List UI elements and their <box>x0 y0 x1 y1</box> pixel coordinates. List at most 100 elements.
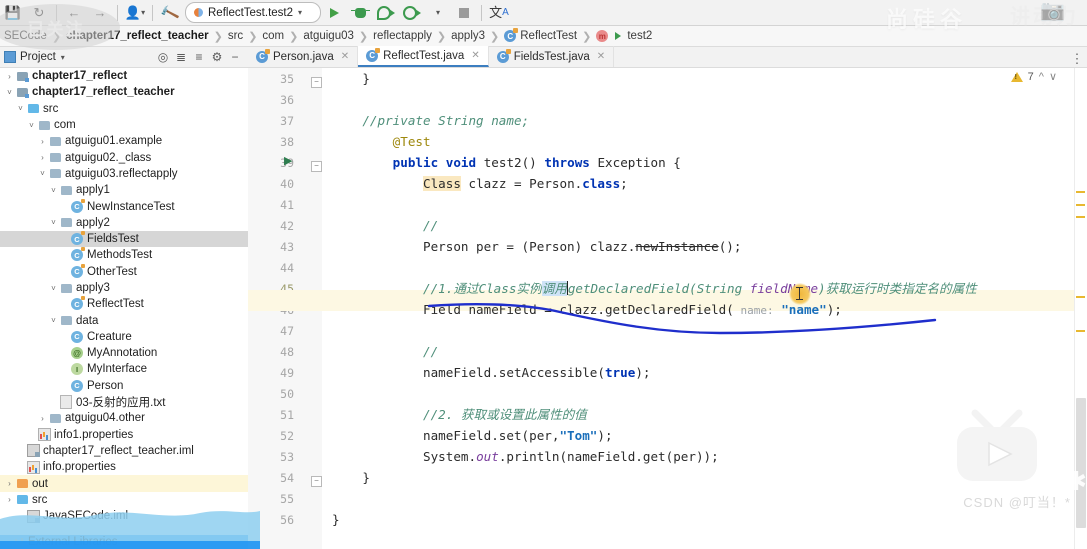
profile-icon[interactable] <box>399 2 425 24</box>
tree-item-out[interactable]: › out <box>0 475 248 492</box>
chevron-down-icon[interactable]: ˅ <box>48 218 59 227</box>
code-line-46[interactable]: Field nameField = clazz.getDeclaredField… <box>332 299 842 320</box>
code-line-38[interactable]: @Test <box>332 131 431 152</box>
run-test-gutter-icon[interactable]: ▶ <box>284 154 297 167</box>
breadcrumb-item-8[interactable]: m test2 <box>594 30 654 42</box>
warning-marker[interactable] <box>1076 191 1085 193</box>
tree-item-myinterface[interactable]: I MyInterface <box>0 361 248 377</box>
debug-icon[interactable] <box>347 2 373 24</box>
tree-item-atguigu02-class[interactable]: › atguigu02._class <box>0 149 248 165</box>
editor-tab-reflecttest[interactable]: C ReflectTest.java ✕ <box>358 46 489 67</box>
chevron-down-icon[interactable]: ˅ <box>15 104 26 113</box>
editor-tab-person[interactable]: C Person.java ✕ <box>248 46 359 67</box>
editor-tab-fieldstest[interactable]: C FieldsTest.java ✕ <box>489 46 615 67</box>
tree-item-person[interactable]: C Person <box>0 378 248 394</box>
chevron-right-icon[interactable]: › <box>37 137 48 146</box>
class-icon: C <box>366 47 381 62</box>
run-coverage-icon[interactable] <box>373 2 399 24</box>
tree-item-myannotation[interactable]: @ MyAnnotation <box>0 345 248 361</box>
tree-item-apply3[interactable]: ˅ apply3 <box>0 280 248 296</box>
breadcrumb-item-4[interactable]: atguigu03 <box>301 30 356 42</box>
profile-dropdown-icon[interactable]: ▾ <box>425 2 451 24</box>
tree-item-src[interactable]: ˅ src <box>0 101 248 117</box>
translate-icon[interactable]: 文A <box>486 2 512 24</box>
tree-item-chapter17-reflect-teacher[interactable]: ˅ chapter17_reflect_teacher <box>0 84 248 100</box>
gear-icon[interactable]: ⚙ <box>208 48 226 66</box>
code-line-49[interactable]: nameField.setAccessible(true); <box>332 362 651 383</box>
collapse-all-icon[interactable]: ≡ <box>190 48 208 66</box>
tree-item-atguigu01-example[interactable]: › atguigu01.example <box>0 133 248 149</box>
tree-item-label: Person <box>87 379 124 392</box>
tree-item-fieldstest[interactable]: C FieldsTest <box>0 230 248 248</box>
chevron-down-icon[interactable]: ˅ <box>48 186 59 195</box>
breadcrumb-item-3[interactable]: com <box>260 30 286 42</box>
chevron-down-icon[interactable]: ˅ <box>48 316 59 325</box>
tree-item-chapter17-reflect-teacher-iml[interactable]: chapter17_reflect_teacher.iml <box>0 443 248 459</box>
warning-marker[interactable] <box>1076 330 1085 332</box>
tree-item-info-properties[interactable]: info.properties <box>0 459 248 475</box>
close-icon[interactable]: ✕ <box>341 51 349 62</box>
run-configuration-selector[interactable]: ReflectTest.test2 ▾ <box>185 2 321 23</box>
chevron-right-icon[interactable]: › <box>37 153 48 162</box>
project-tree[interactable]: › chapter17_reflect ˅ chapter17_reflect_tea… <box>0 68 248 549</box>
chevron-right-icon[interactable]: › <box>4 72 15 81</box>
chevron-down-icon[interactable]: ˅ <box>26 121 37 130</box>
scrollbar-thumb[interactable] <box>1076 398 1086 528</box>
stop-icon[interactable] <box>451 2 477 24</box>
fold-marker[interactable]: − <box>311 161 322 172</box>
chevron-down-icon[interactable]: ˅ <box>37 169 48 178</box>
warning-marker[interactable] <box>1076 216 1085 218</box>
hide-panel-icon[interactable]: − <box>226 48 244 66</box>
expand-all-icon[interactable]: ≣ <box>172 48 190 66</box>
user-icon[interactable]: 👤 ▾ <box>122 2 148 24</box>
code-line-51[interactable]: //2. 获取或设置此属性的值 <box>332 404 587 425</box>
run-icon[interactable] <box>321 2 347 24</box>
chevron-down-icon[interactable]: ˅ <box>4 88 15 97</box>
previous-problem-icon[interactable]: ^ <box>1039 71 1044 83</box>
tree-item-othertest[interactable]: C OtherTest <box>0 263 248 280</box>
fold-marker[interactable]: − <box>311 77 322 88</box>
tree-item-apply1[interactable]: ˅ apply1 <box>0 182 248 198</box>
code-line-39[interactable]: public void test2() throws Exception { <box>332 152 681 173</box>
close-icon[interactable]: ✕ <box>597 51 605 62</box>
chevron-down-icon[interactable]: ˅ <box>48 284 59 293</box>
chevron-down-icon[interactable]: ▾ <box>61 53 65 62</box>
tree-item-chapter17-reflect[interactable]: › chapter17_reflect <box>0 68 248 84</box>
chevron-right-icon[interactable]: › <box>37 414 48 423</box>
code-line-43[interactable]: Person per = (Person) clazz.newInstance(… <box>332 236 741 257</box>
locate-target-icon[interactable]: ◎ <box>154 48 172 66</box>
code-line-37[interactable]: //private String name; <box>332 110 529 131</box>
tree-item-methodstest[interactable]: C MethodsTest <box>0 247 248 263</box>
fold-marker[interactable]: − <box>311 476 322 487</box>
code-line-40[interactable]: Class clazz = Person.class; <box>332 173 628 194</box>
code-line-53[interactable]: System.out.println(nameField.get(per)); <box>332 446 719 467</box>
tree-item-newinstancetest[interactable]: C NewInstanceTest <box>0 198 248 214</box>
build-hammer-icon[interactable]: 🔨 <box>157 2 183 24</box>
tree-item-com[interactable]: ˅ com <box>0 117 248 133</box>
code-line-56[interactable]: } <box>332 509 340 530</box>
breadcrumb-item-7[interactable]: C ReflectTest <box>502 28 579 42</box>
code-line-35[interactable]: } <box>332 68 370 89</box>
code-line-54[interactable]: } <box>332 467 370 488</box>
tree-item-apply2[interactable]: ˅ apply2 <box>0 215 248 231</box>
tree-item-atguigu04-other[interactable]: › atguigu04.other <box>0 410 248 426</box>
close-icon[interactable]: ✕ <box>471 50 479 61</box>
tree-item-reflecttest[interactable]: C ReflectTest <box>0 296 248 312</box>
breadcrumb-item-6[interactable]: apply3 <box>449 30 487 42</box>
tree-item-info1-properties[interactable]: info1.properties <box>0 427 248 443</box>
tree-item-03-txt[interactable]: 03-反射的应用.txt <box>0 394 248 410</box>
code-line-45[interactable]: //1.通过Class实例调用getDeclaredField(String f… <box>332 278 977 299</box>
warning-marker[interactable] <box>1076 296 1085 298</box>
tree-item-data[interactable]: ˅ data <box>0 312 248 328</box>
code-line-42[interactable]: // <box>332 215 438 236</box>
next-problem-icon[interactable]: ∨ <box>1049 70 1057 83</box>
tree-item-atguigu03-reflectapply[interactable]: ˅ atguigu03.reflectapply <box>0 166 248 182</box>
code-line-52[interactable]: nameField.set(per,"Tom"); <box>332 425 613 446</box>
warning-marker[interactable] <box>1076 204 1085 206</box>
breadcrumb-item-2[interactable]: src <box>226 30 245 42</box>
editor-options-icon[interactable]: ⋮ <box>1067 51 1087 67</box>
breadcrumb-item-5[interactable]: reflectapply <box>371 30 434 42</box>
code-line-48[interactable]: // <box>332 341 438 362</box>
chevron-right-icon[interactable]: › <box>4 479 15 488</box>
tree-item-creature[interactable]: C Creature <box>0 329 248 345</box>
